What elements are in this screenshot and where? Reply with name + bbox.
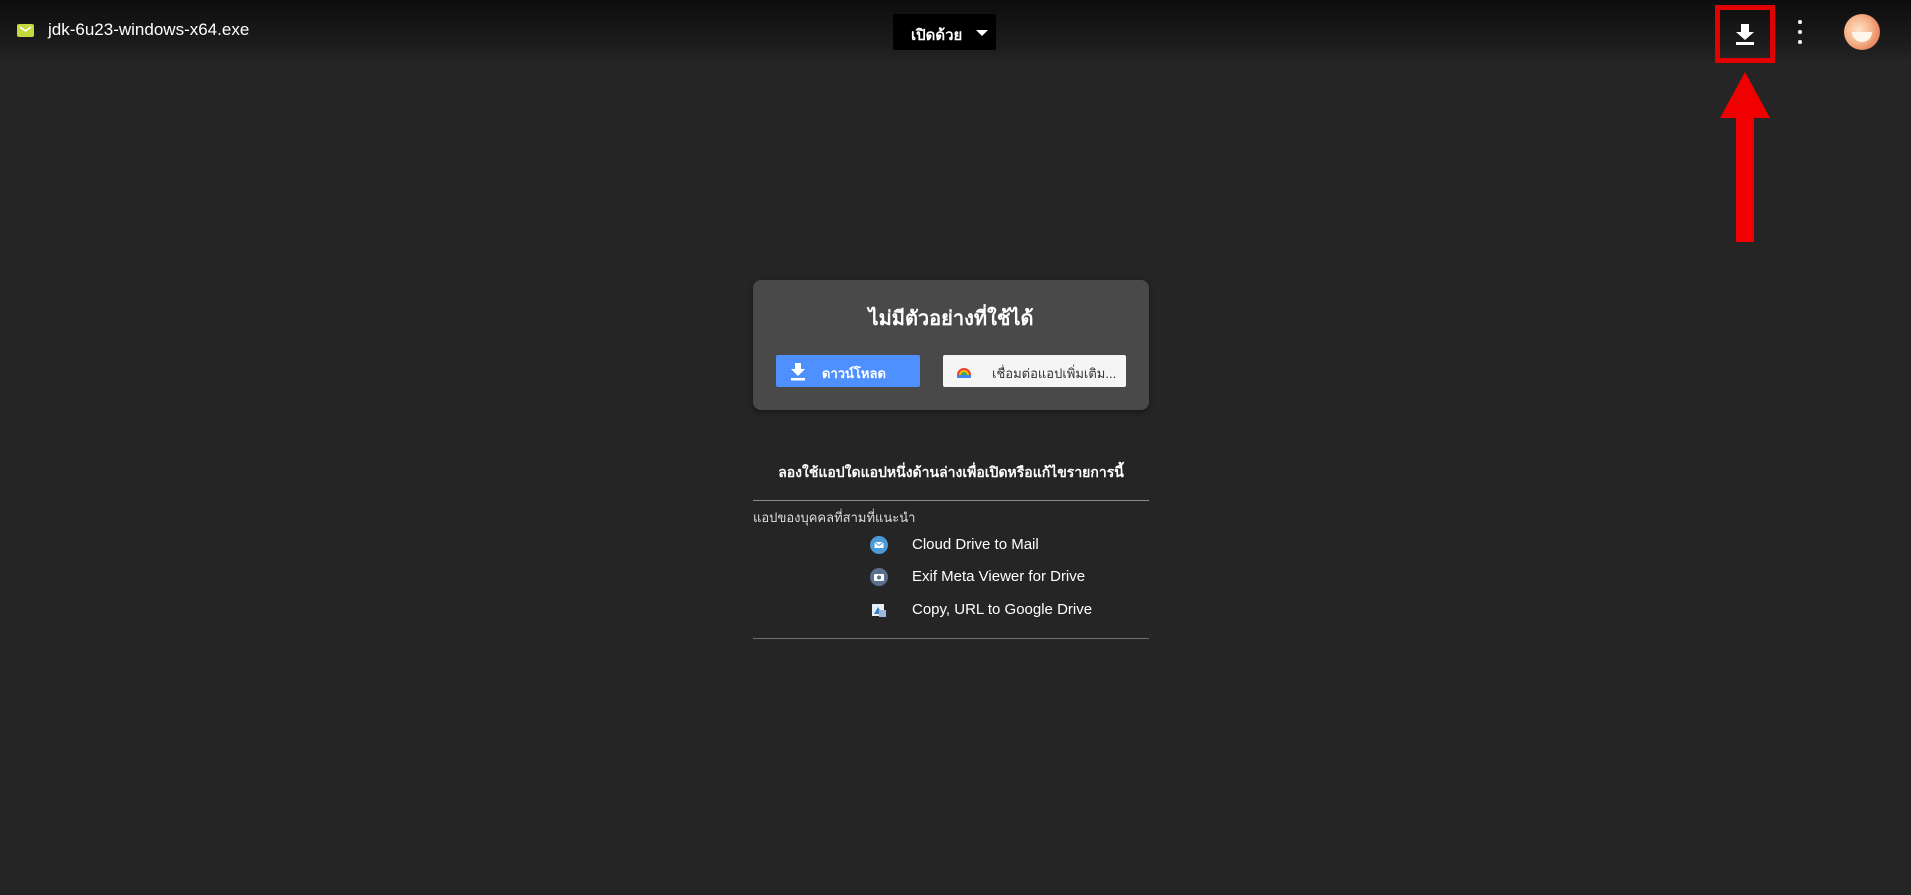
more-options-button[interactable] xyxy=(1788,18,1812,46)
drive-apps-icon xyxy=(957,368,971,378)
top-bar: jdk-6u23-windows-x64.exe เปิดด้วย xyxy=(0,0,1911,64)
open-with-button[interactable]: เปิดด้วย xyxy=(893,14,996,50)
card-download-label: ดาวน์โหลด xyxy=(822,366,886,381)
more-vert-icon-dot xyxy=(1798,40,1802,44)
download-button[interactable] xyxy=(1715,5,1775,63)
no-preview-card: ไม่มีตัวอย่างที่ใช้ได้ ดาวน์โหลด เชื่อมต… xyxy=(753,280,1149,410)
camera-icon xyxy=(870,568,888,586)
chevron-down-icon xyxy=(976,30,988,36)
drive-copy-icon xyxy=(872,604,886,617)
no-preview-title: ไม่มีตัวอย่างที่ใช้ได้ xyxy=(868,308,1034,330)
mail-icon xyxy=(870,536,888,554)
card-download-button[interactable]: ดาวน์โหลด xyxy=(776,355,920,387)
user-avatar[interactable] xyxy=(1844,14,1880,50)
connect-more-apps-label: เชื่อมต่อแอปเพิ่มเติม... xyxy=(992,366,1117,381)
more-vert-icon-dot xyxy=(1798,30,1802,34)
suggestions-heading: ลองใช้แอปใดแอปหนึ่งด้านล่างเพื่อเปิดหรือ… xyxy=(778,464,1124,480)
file-name: jdk-6u23-windows-x64.exe xyxy=(48,20,250,39)
third-party-apps-label: แอปของบุคคลที่สามที่แนะนำ xyxy=(753,510,916,525)
download-icon xyxy=(1736,24,1754,45)
connect-more-apps-button[interactable]: เชื่อมต่อแอปเพิ่มเติม... xyxy=(943,355,1126,387)
divider xyxy=(753,500,1149,501)
app-item-label: Exif Meta Viewer for Drive xyxy=(912,568,1086,585)
more-vert-icon-dot xyxy=(1798,20,1802,24)
app-item-label: Copy, URL to Google Drive xyxy=(912,601,1093,618)
divider xyxy=(753,638,1149,639)
download-icon xyxy=(791,363,805,381)
file-type-icon xyxy=(17,24,34,37)
annotation-arrow-icon xyxy=(1720,72,1770,242)
app-item-label: Cloud Drive to Mail xyxy=(912,536,1039,553)
open-with-label: เปิดด้วย xyxy=(911,27,963,44)
